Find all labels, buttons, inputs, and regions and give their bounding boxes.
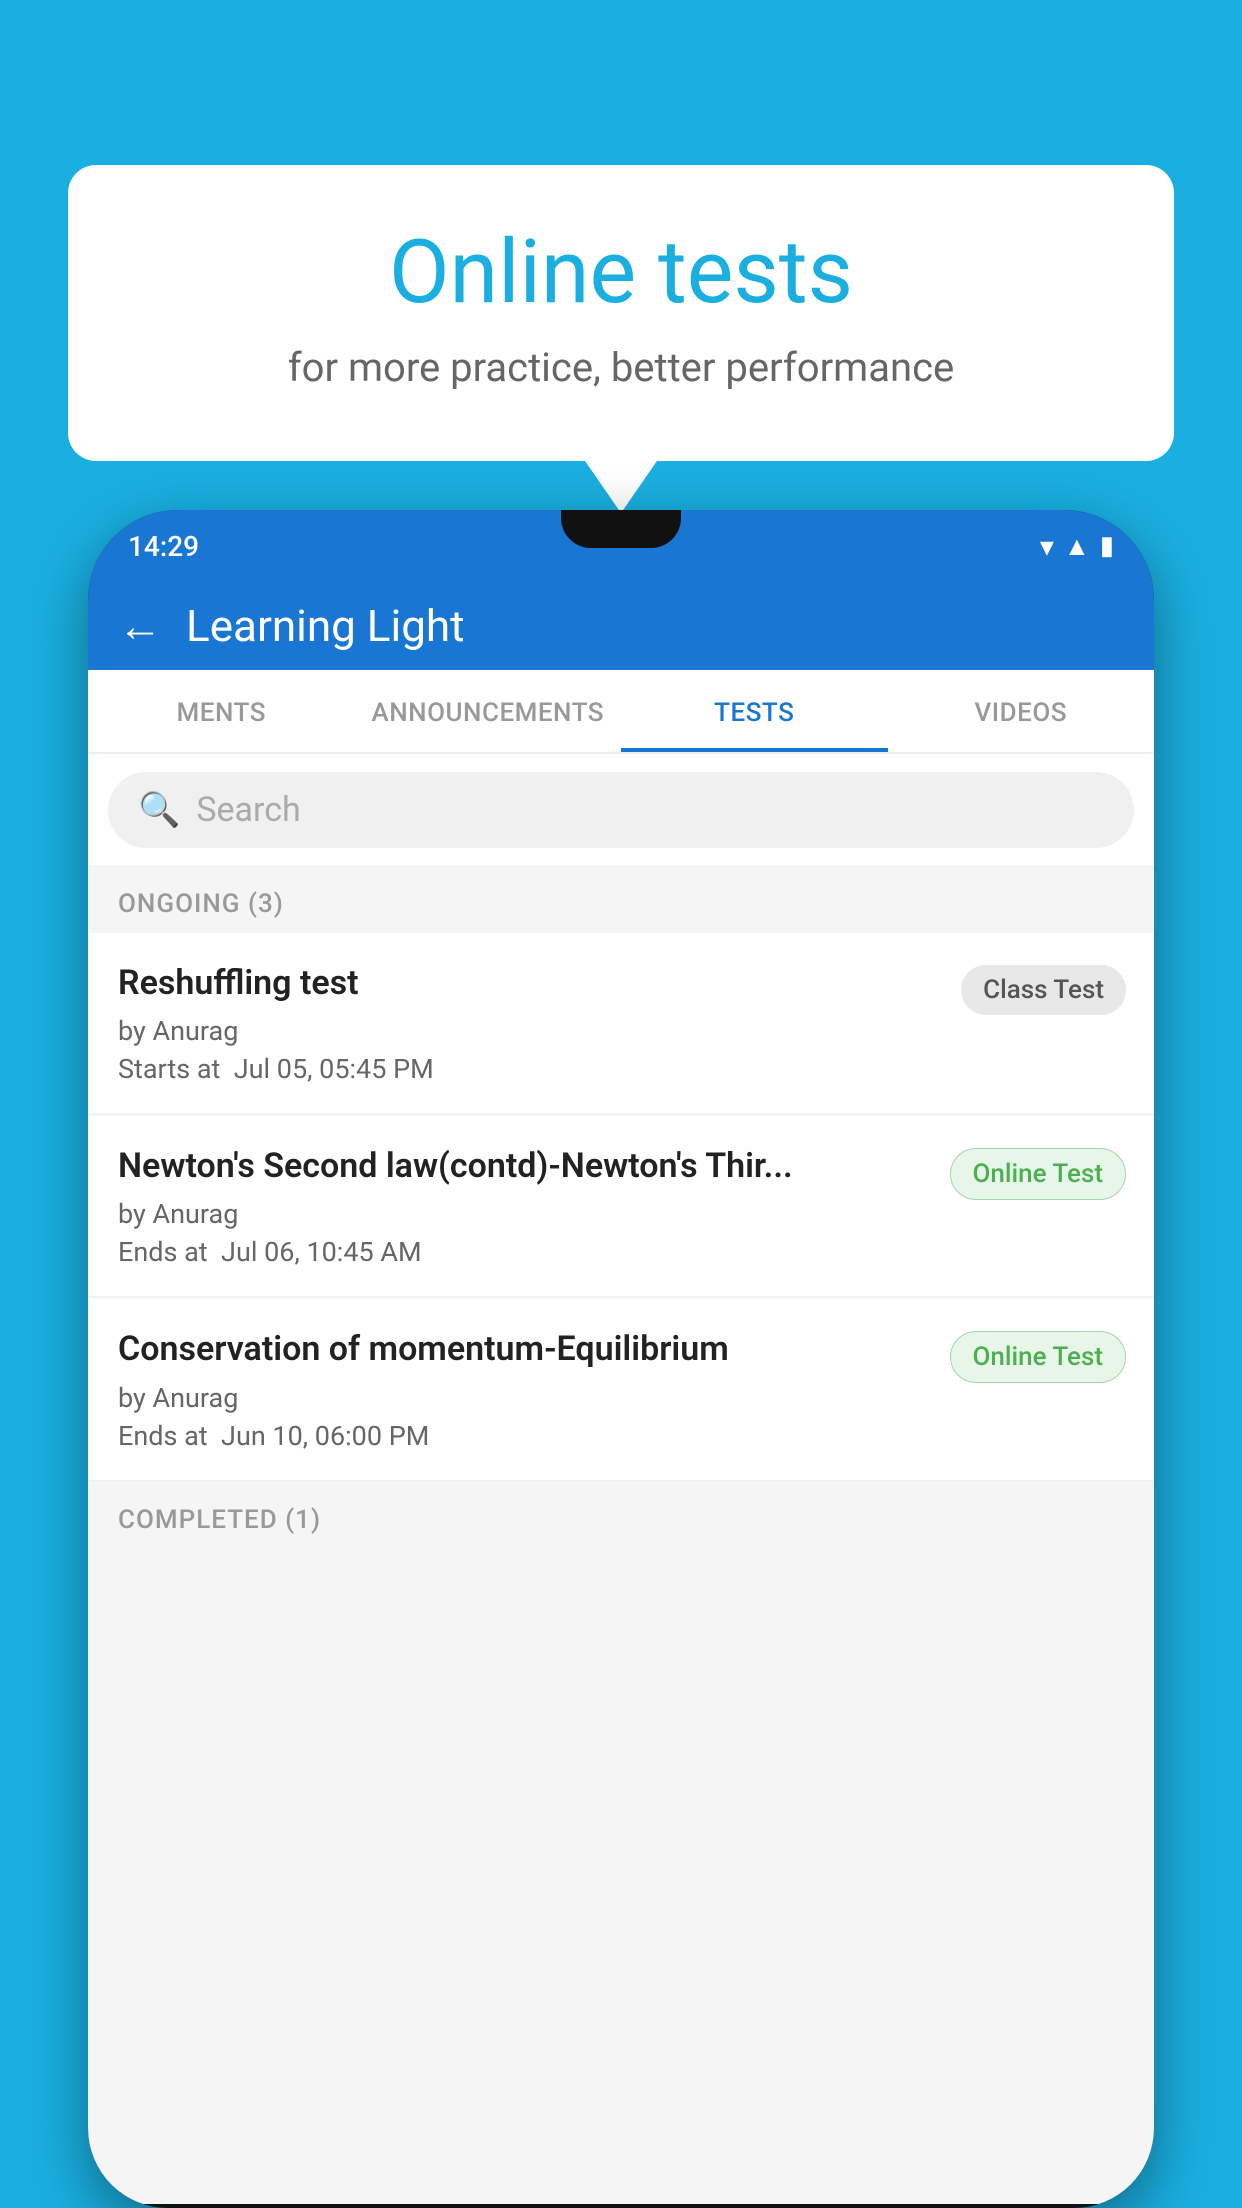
search-bar-wrap: 🔍 Search: [88, 754, 1154, 867]
test-item-name: Newton's Second law(contd)-Newton's Thir…: [118, 1144, 930, 1188]
speech-bubble-title: Online tests: [148, 225, 1094, 322]
test-badge-class: Class Test: [961, 965, 1126, 1015]
test-item-content: Newton's Second law(contd)-Newton's Thir…: [118, 1144, 950, 1268]
search-bar[interactable]: 🔍 Search: [108, 772, 1134, 848]
test-item-name: Reshuffling test: [118, 961, 941, 1005]
phone-notch: [561, 510, 681, 548]
tab-tests[interactable]: TESTS: [621, 670, 888, 752]
search-icon: 🔍: [138, 790, 180, 830]
test-item-time: Starts at Jul 05, 05:45 PM: [118, 1053, 941, 1085]
test-item[interactable]: Reshuffling test by Anurag Starts at Jul…: [88, 933, 1154, 1114]
app-title: Learning Light: [186, 600, 465, 652]
test-item-time: Ends at Jul 06, 10:45 AM: [118, 1236, 930, 1268]
status-time: 14:29: [128, 530, 199, 563]
search-input[interactable]: Search: [196, 790, 300, 830]
test-badge-online: Online Test: [950, 1331, 1127, 1383]
tab-videos[interactable]: VIDEOS: [888, 670, 1155, 752]
status-icons: [1040, 530, 1114, 563]
test-item-name: Conservation of momentum-Equilibrium: [118, 1327, 930, 1371]
tabs-bar: MENTS ANNOUNCEMENTS TESTS VIDEOS: [88, 670, 1154, 754]
signal-icon: [1064, 531, 1090, 562]
ongoing-section-header: ONGOING (3): [88, 867, 1154, 933]
battery-icon: [1100, 531, 1114, 561]
speech-bubble-subtitle: for more practice, better performance: [148, 344, 1094, 391]
test-item[interactable]: Conservation of momentum-Equilibrium by …: [88, 1299, 1154, 1480]
tab-ments[interactable]: MENTS: [88, 670, 355, 752]
tab-announcements[interactable]: ANNOUNCEMENTS: [355, 670, 622, 752]
test-item-author: by Anurag: [118, 1382, 930, 1414]
test-item-content: Reshuffling test by Anurag Starts at Jul…: [118, 961, 961, 1085]
speech-bubble: Online tests for more practice, better p…: [68, 165, 1174, 461]
phone-content: 🔍 Search ONGOING (3) Reshuffling test by…: [88, 754, 1154, 2204]
test-item[interactable]: Newton's Second law(contd)-Newton's Thir…: [88, 1116, 1154, 1297]
test-item-author: by Anurag: [118, 1198, 930, 1230]
wifi-icon: [1040, 530, 1054, 563]
test-badge-online: Online Test: [950, 1148, 1127, 1200]
completed-section-header: COMPLETED (1): [88, 1483, 1154, 1549]
phone-frame: 14:29 ← Learning Light MENTS ANNOUNCEMEN…: [88, 510, 1154, 2208]
app-header: ← Learning Light: [88, 582, 1154, 670]
test-item-author: by Anurag: [118, 1015, 941, 1047]
test-item-content: Conservation of momentum-Equilibrium by …: [118, 1327, 950, 1451]
back-button[interactable]: ←: [118, 604, 162, 648]
status-bar: 14:29: [88, 510, 1154, 582]
test-item-time: Ends at Jun 10, 06:00 PM: [118, 1420, 930, 1452]
